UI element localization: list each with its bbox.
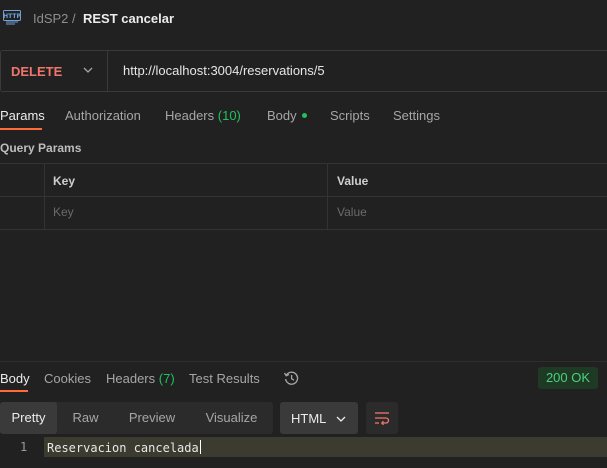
response-body-text[interactable]: Reservacion cancelada	[47, 440, 201, 455]
status-badge: 200 OK	[538, 367, 598, 389]
tab-headers[interactable]: Headers (10)	[165, 108, 241, 123]
wrap-lines-icon	[375, 412, 390, 426]
table-col-divider	[44, 163, 45, 229]
query-params-title: Query Params	[0, 141, 82, 155]
body-modified-dot	[301, 113, 307, 118]
active-tab-indicator	[0, 128, 42, 130]
language-label: HTML	[291, 411, 327, 426]
tab-scripts[interactable]: Scripts	[330, 108, 370, 123]
language-select[interactable]: HTML	[280, 402, 358, 434]
tab-body[interactable]: Body	[267, 108, 307, 123]
tab-authorization[interactable]: Authorization	[65, 108, 141, 123]
chevron-down-icon	[83, 67, 93, 73]
response-headers-count: (7)	[158, 371, 175, 386]
table-border-bottom	[0, 229, 607, 230]
format-preview-button[interactable]: Preview	[114, 402, 190, 434]
tab-headers-label: Headers	[165, 108, 215, 123]
tab-body-label: Body	[267, 108, 297, 123]
history-icon[interactable]	[283, 370, 300, 387]
param-key-input[interactable]: Key	[53, 205, 74, 219]
url-input[interactable]: http://localhost:3004/reservations/5	[123, 63, 325, 78]
format-toggle-group: Pretty Raw Preview Visualize	[0, 402, 273, 434]
response-tab-body[interactable]: Body	[0, 371, 30, 386]
request-title[interactable]: REST cancelar	[83, 11, 174, 26]
param-value-input[interactable]: Value	[337, 205, 367, 219]
response-tab-headers-label: Headers	[106, 371, 156, 386]
tab-params[interactable]: Params	[0, 108, 45, 123]
table-border-top	[0, 163, 607, 164]
svg-text:HTTP: HTTP	[3, 13, 21, 20]
response-tab-cookies[interactable]: Cookies	[44, 371, 91, 386]
code-line: 1 Reservacion cancelada	[0, 437, 607, 457]
active-tab-indicator	[0, 390, 28, 392]
breadcrumb-collection[interactable]: IdSP2	[33, 11, 68, 26]
format-raw-button[interactable]: Raw	[57, 402, 114, 434]
response-divider	[0, 361, 607, 362]
breadcrumb-separator: /	[72, 11, 76, 26]
text-caret	[199, 440, 201, 454]
format-pretty-button[interactable]: Pretty	[0, 402, 57, 434]
url-bar: DELETE http://localhost:3004/reservation…	[0, 50, 607, 92]
format-visualize-button[interactable]: Visualize	[190, 402, 273, 434]
table-header-divider	[0, 196, 607, 197]
response-body-line: Reservacion cancelada	[47, 441, 199, 455]
table-col-divider	[327, 163, 328, 229]
column-header-key: Key	[53, 174, 76, 188]
method-select[interactable]: DELETE	[1, 51, 108, 91]
tab-settings[interactable]: Settings	[393, 108, 440, 123]
headers-count: (10)	[217, 108, 241, 123]
http-request-icon: HTTP	[3, 10, 21, 25]
line-number: 1	[20, 440, 28, 454]
method-label: DELETE	[11, 64, 63, 79]
wrap-lines-button[interactable]	[366, 402, 398, 434]
chevron-down-icon	[336, 416, 346, 422]
response-tab-test-results[interactable]: Test Results	[189, 371, 260, 386]
response-tab-headers[interactable]: Headers (7)	[106, 371, 175, 386]
column-header-value: Value	[337, 174, 369, 188]
